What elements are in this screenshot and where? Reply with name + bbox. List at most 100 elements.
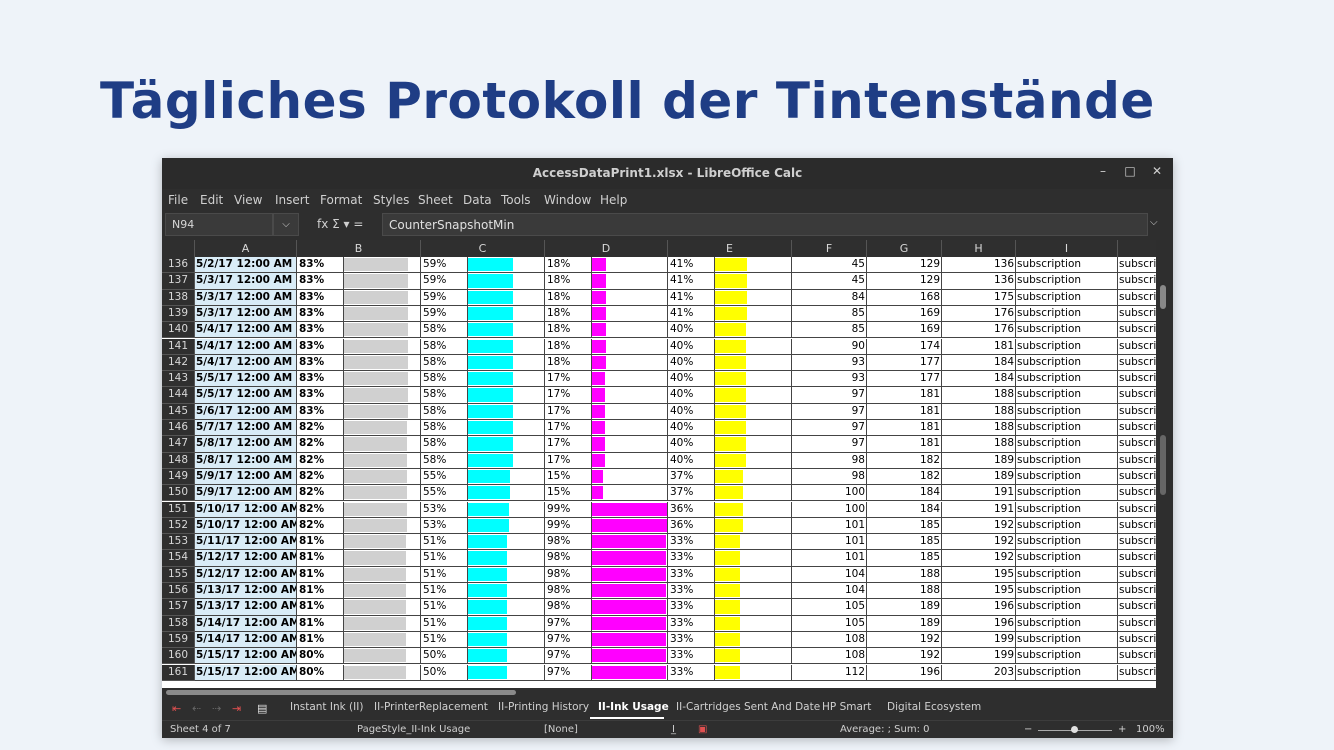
black-level-bar[interactable] (344, 257, 421, 274)
cell-date[interactable]: 5/8/17 12:00 AM (195, 452, 297, 469)
function-icons[interactable]: fx Σ ▾ = (317, 217, 363, 231)
cell-cyan-level[interactable]: 55% (421, 468, 468, 486)
cell-magenta-level[interactable]: 18% (545, 257, 592, 274)
row-number[interactable]: 149 (162, 468, 195, 486)
cyan-level-bar[interactable] (468, 403, 545, 420)
cell-g[interactable]: 174 (867, 338, 942, 355)
yellow-level-bar[interactable] (715, 371, 792, 388)
cyan-level-bar[interactable] (468, 436, 545, 453)
cell-black-level[interactable]: 83% (297, 257, 344, 274)
cell-black-level[interactable]: 83% (297, 273, 344, 290)
cell-g[interactable]: 196 (867, 664, 942, 681)
cell-magenta-level[interactable]: 18% (545, 305, 592, 323)
cell-plan-type[interactable]: subscription (1016, 452, 1118, 469)
magenta-level-bar[interactable] (592, 289, 668, 306)
cell-date[interactable]: 5/5/17 12:00 AM (195, 387, 297, 404)
cell-g[interactable]: 168 (867, 289, 942, 306)
row-number[interactable]: 137 (162, 273, 195, 290)
cell-cyan-level[interactable]: 51% (421, 631, 468, 649)
cell-cyan-level[interactable]: 51% (421, 599, 468, 616)
menu-help[interactable]: Help (600, 193, 627, 207)
cell-f[interactable]: 108 (792, 631, 867, 649)
magenta-level-bar[interactable] (592, 371, 668, 388)
cyan-level-bar[interactable] (468, 664, 545, 681)
cyan-level-bar[interactable] (468, 305, 545, 323)
cell-yellow-level[interactable]: 33% (668, 583, 715, 600)
cell-cyan-level[interactable]: 55% (421, 485, 468, 502)
black-level-bar[interactable] (344, 485, 421, 502)
page-style[interactable]: PageStyle_II-Ink Usage (357, 724, 470, 735)
row-number[interactable]: 151 (162, 501, 195, 518)
yellow-level-bar[interactable] (715, 485, 792, 502)
cell-cyan-level[interactable]: 51% (421, 615, 468, 632)
yellow-level-bar[interactable] (715, 273, 792, 290)
cell-h[interactable]: 181 (942, 338, 1016, 355)
cell-date[interactable]: 5/4/17 12:00 AM (195, 354, 297, 372)
cell-plan-type-overflow[interactable]: subscri (1118, 371, 1156, 388)
cell-f[interactable]: 90 (792, 338, 867, 355)
cell-plan-type[interactable]: subscription (1016, 305, 1118, 323)
cell-date[interactable]: 5/2/17 12:00 AM (195, 257, 297, 274)
row-number[interactable]: 157 (162, 599, 195, 616)
col-header-e[interactable]: E (668, 240, 792, 257)
cell-cyan-level[interactable]: 53% (421, 501, 468, 518)
yellow-level-bar[interactable] (715, 305, 792, 323)
cyan-level-bar[interactable] (468, 566, 545, 583)
vertical-scroll-handle[interactable] (1160, 435, 1166, 495)
cell-magenta-level[interactable]: 98% (545, 566, 592, 583)
next-sheet-icon[interactable]: ⇢ (212, 702, 221, 715)
zoom-slider-handle[interactable] (1071, 726, 1078, 733)
row-number[interactable]: 153 (162, 534, 195, 551)
cell-magenta-level[interactable]: 97% (545, 664, 592, 681)
tab-cartridges-sent[interactable]: II-Cartridges Sent And Date (676, 701, 820, 713)
cell-magenta-level[interactable]: 18% (545, 338, 592, 355)
black-level-bar[interactable] (344, 354, 421, 372)
cell-f[interactable]: 97 (792, 420, 867, 437)
cyan-level-bar[interactable] (468, 534, 545, 551)
cell-yellow-level[interactable]: 36% (668, 517, 715, 535)
cell-date[interactable]: 5/8/17 12:00 AM (195, 436, 297, 453)
black-level-bar[interactable] (344, 517, 421, 535)
cell-date[interactable]: 5/10/17 12:00 AM (195, 517, 297, 535)
row-number[interactable]: 145 (162, 403, 195, 420)
row-number[interactable]: 155 (162, 566, 195, 583)
cyan-level-bar[interactable] (468, 517, 545, 535)
cell-yellow-level[interactable]: 33% (668, 534, 715, 551)
cell-black-level[interactable]: 82% (297, 468, 344, 486)
magenta-level-bar[interactable] (592, 550, 668, 567)
tab-printer-replacement[interactable]: II-PrinterReplacement (374, 701, 488, 713)
cell-h[interactable]: 188 (942, 403, 1016, 420)
magenta-level-bar[interactable] (592, 468, 668, 486)
cell-plan-type-overflow[interactable]: subscri (1118, 599, 1156, 616)
row-number[interactable]: 144 (162, 387, 195, 404)
black-level-bar[interactable] (344, 305, 421, 323)
cell-f[interactable]: 45 (792, 257, 867, 274)
cell-magenta-level[interactable]: 18% (545, 354, 592, 372)
cell-black-level[interactable]: 83% (297, 403, 344, 420)
cell-cyan-level[interactable]: 58% (421, 322, 468, 339)
magenta-level-bar[interactable] (592, 631, 668, 649)
yellow-level-bar[interactable] (715, 403, 792, 420)
cell-black-level[interactable]: 82% (297, 452, 344, 469)
yellow-level-bar[interactable] (715, 599, 792, 616)
cell-plan-type[interactable]: subscription (1016, 436, 1118, 453)
magenta-level-bar[interactable] (592, 648, 668, 665)
yellow-level-bar[interactable] (715, 387, 792, 404)
row-number[interactable]: 152 (162, 517, 195, 535)
row-number[interactable]: 147 (162, 436, 195, 453)
cell-g[interactable]: 188 (867, 583, 942, 600)
yellow-level-bar[interactable] (715, 322, 792, 339)
cell-date[interactable]: 5/7/17 12:00 AM (195, 420, 297, 437)
yellow-level-bar[interactable] (715, 452, 792, 469)
cyan-level-bar[interactable] (468, 452, 545, 469)
cyan-level-bar[interactable] (468, 631, 545, 649)
cell-plan-type[interactable]: subscription (1016, 550, 1118, 567)
cell-g[interactable]: 129 (867, 257, 942, 274)
row-number[interactable]: 138 (162, 289, 195, 306)
horizontal-scroll-thumb[interactable] (166, 690, 516, 695)
cell-plan-type[interactable]: subscription (1016, 420, 1118, 437)
cell-black-level[interactable]: 81% (297, 550, 344, 567)
cell-plan-type[interactable]: subscription (1016, 273, 1118, 290)
cell-plan-type[interactable]: subscription (1016, 257, 1118, 274)
cell-magenta-level[interactable]: 97% (545, 631, 592, 649)
